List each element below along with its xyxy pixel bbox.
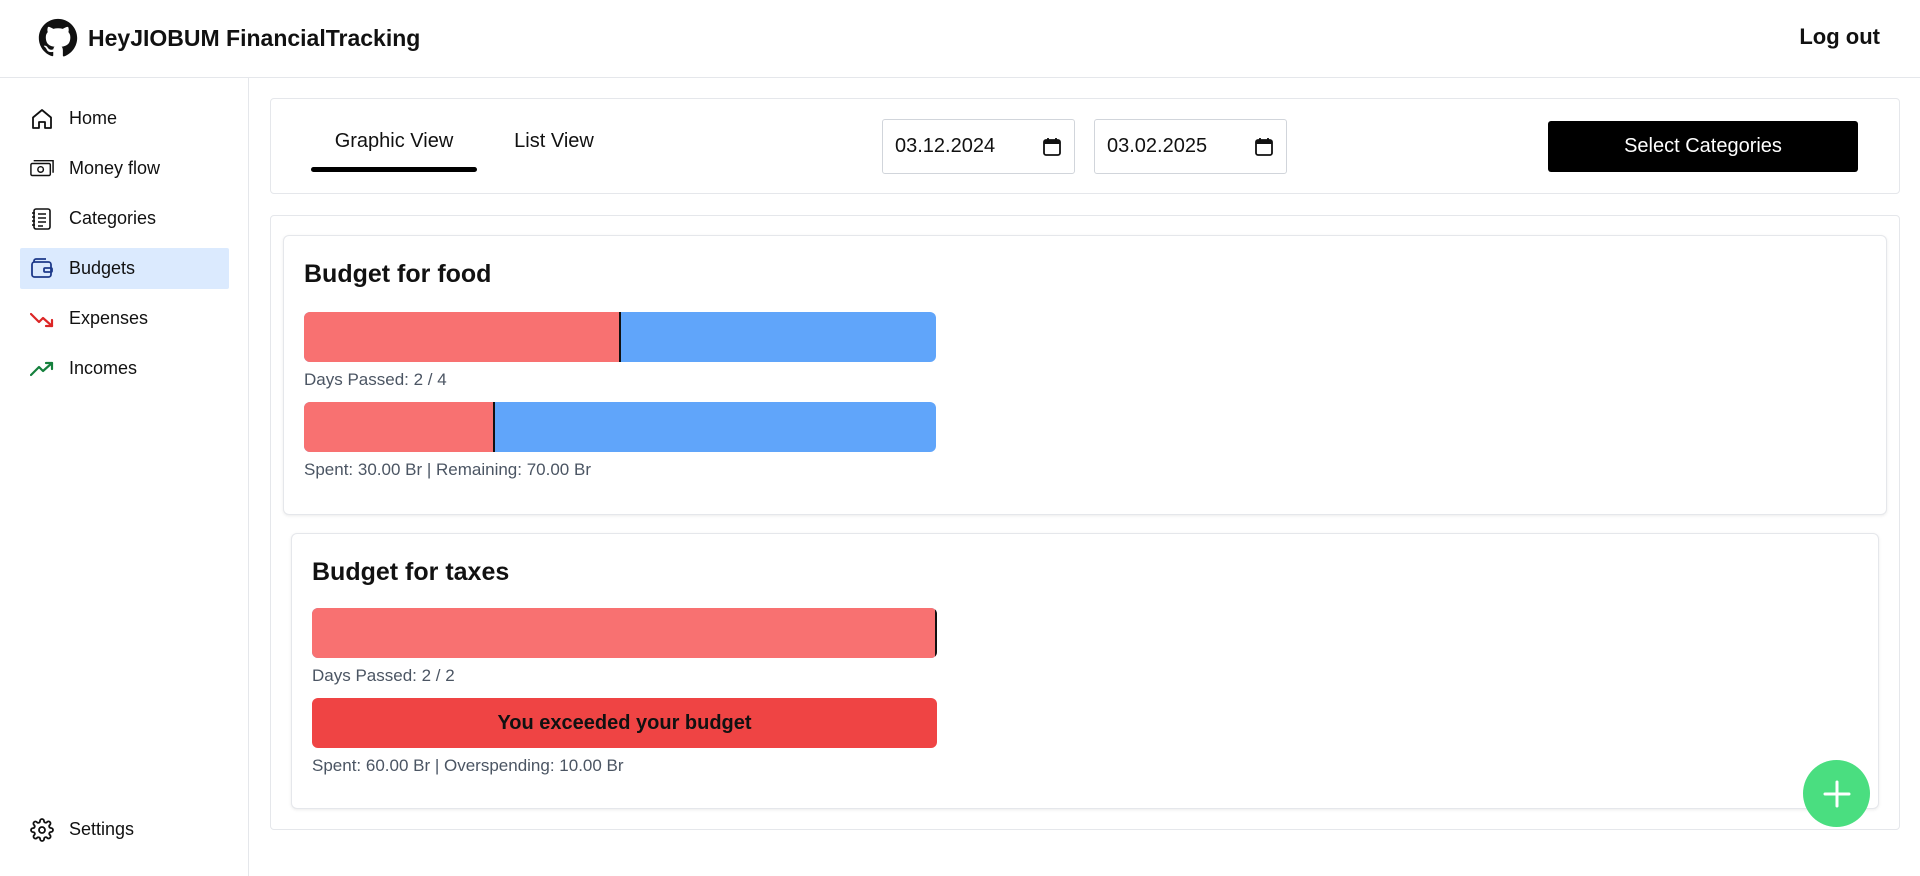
budget-exceeded-bar: You exceeded your budget xyxy=(312,698,937,748)
days-caption: Days Passed: 2 / 2 xyxy=(312,666,455,685)
calendar-icon[interactable] xyxy=(1254,137,1274,157)
brand[interactable]: HeyJIOBUM FinancialTracking xyxy=(38,18,420,58)
spending-progress-bar xyxy=(304,402,936,452)
budget-card-food: Budget for food Days Passed: 2 / 4 Spent… xyxy=(283,235,1887,515)
list-icon xyxy=(30,207,54,231)
sidebar-item-label: Money flow xyxy=(69,158,161,178)
tab-graphic-view[interactable]: Graphic View xyxy=(311,119,477,163)
sidebar-item-home[interactable]: Home xyxy=(20,98,229,139)
calendar-icon[interactable] xyxy=(1042,137,1062,157)
home-icon xyxy=(30,107,54,131)
gear-icon xyxy=(30,817,54,842)
date-to-value: 03.02.2025 xyxy=(1107,135,1208,157)
sidebar-item-label: Expenses xyxy=(69,308,149,328)
tab-list-view[interactable]: List View xyxy=(499,119,609,163)
budget-title: Budget for taxes xyxy=(312,558,510,586)
sidebar-item-label: Categories xyxy=(69,208,157,228)
days-progress-bar xyxy=(312,608,937,658)
view-toolbar: Graphic View List View 03.12.2024 03.02.… xyxy=(270,98,1900,194)
sidebar-item-settings[interactable]: Settings xyxy=(20,809,229,850)
days-progress-marker xyxy=(935,608,937,658)
budget-card-taxes: Budget for taxes Days Passed: 2 / 2 You … xyxy=(291,533,1879,809)
main-content: Graphic View List View 03.12.2024 03.02.… xyxy=(249,78,1920,876)
active-tab-indicator xyxy=(311,167,477,172)
days-caption: Days Passed: 2 / 4 xyxy=(304,370,447,389)
date-to-input[interactable]: 03.02.2025 xyxy=(1094,119,1287,174)
spent-fill xyxy=(304,402,494,452)
top-header: HeyJIOBUM FinancialTracking Log out xyxy=(0,0,1920,78)
sidebar-item-label: Home xyxy=(69,108,118,128)
sidebar: Home Money flow Categories Budgets Expen… xyxy=(0,78,249,876)
days-elapsed-fill xyxy=(304,312,620,362)
days-progress-bar xyxy=(304,312,936,362)
select-categories-button[interactable]: Select Categories xyxy=(1548,121,1858,172)
sidebar-item-label: Incomes xyxy=(69,358,138,378)
github-icon xyxy=(38,18,78,57)
sidebar-item-budgets[interactable]: Budgets xyxy=(20,248,229,289)
wallet-icon xyxy=(30,257,54,281)
date-from-value: 03.12.2024 xyxy=(895,135,996,157)
days-elapsed-fill xyxy=(312,608,937,658)
sidebar-item-label: Settings xyxy=(69,819,135,839)
logout-button[interactable]: Log out xyxy=(1799,24,1880,50)
app-title: HeyJIOBUM FinancialTracking xyxy=(88,24,421,51)
sidebar-item-label: Budgets xyxy=(69,258,136,278)
sidebar-item-money-flow[interactable]: Money flow xyxy=(20,148,229,189)
days-progress-marker xyxy=(619,312,621,362)
money-caption: Spent: 30.00 Br | Remaining: 70.00 Br xyxy=(304,460,591,479)
sidebar-item-categories[interactable]: Categories xyxy=(20,198,229,239)
sidebar-item-incomes[interactable]: Incomes xyxy=(20,348,229,389)
trending-up-icon xyxy=(30,357,54,381)
spent-marker xyxy=(493,402,495,452)
trending-down-icon xyxy=(30,307,54,331)
plus-icon xyxy=(1823,780,1850,807)
add-button[interactable] xyxy=(1803,760,1870,827)
date-from-input[interactable]: 03.12.2024 xyxy=(882,119,1075,174)
budget-title: Budget for food xyxy=(304,260,492,288)
sidebar-item-expenses[interactable]: Expenses xyxy=(20,298,229,339)
money-icon xyxy=(30,157,54,181)
budgets-panel: Budget for food Days Passed: 2 / 4 Spent… xyxy=(270,215,1900,830)
money-caption: Spent: 60.00 Br | Overspending: 10.00 Br xyxy=(312,756,624,775)
